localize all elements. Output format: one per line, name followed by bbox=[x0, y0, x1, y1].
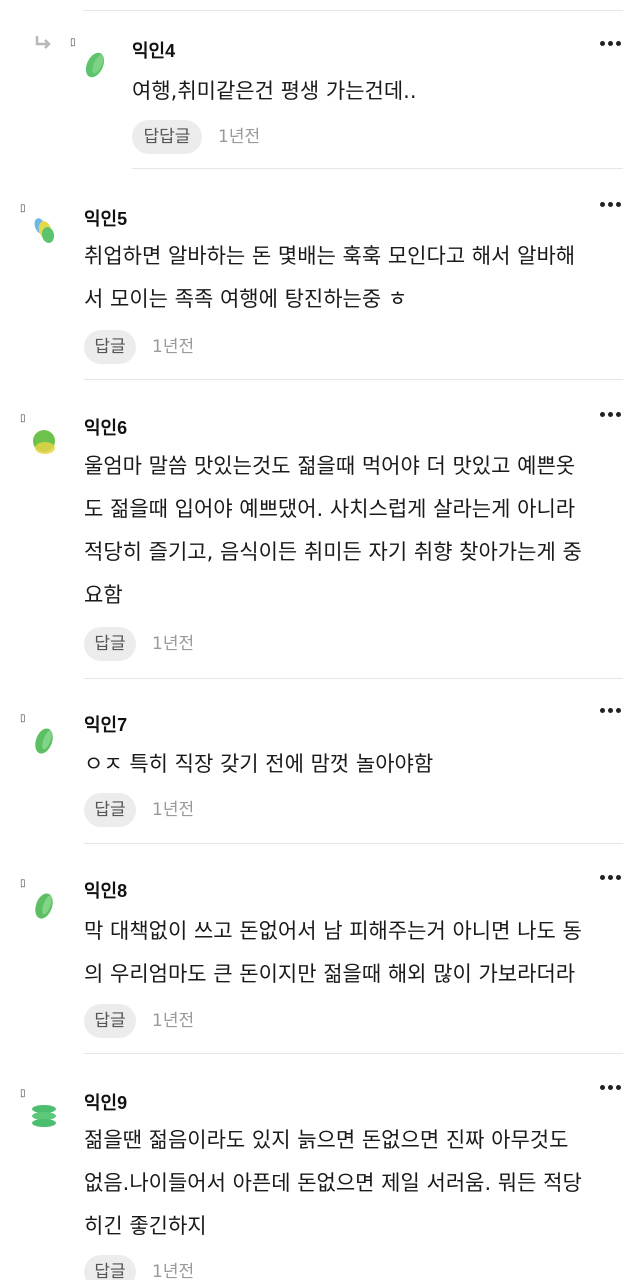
comment-item: ▯ 익인4 여행,취미같은건 평생 가는건데.. 답답글 1년전 bbox=[0, 0, 640, 170]
comment-nickname: 익인8 bbox=[84, 881, 128, 901]
divider bbox=[84, 1053, 623, 1054]
more-options-icon[interactable] bbox=[600, 412, 622, 418]
avatar bbox=[33, 430, 55, 454]
comment-text: 울엄마 말씀 맛있는것도 젊을때 먹어야 더 맛있고 예쁜옷 도 젊을때 입어야… bbox=[84, 454, 582, 607]
user-marker-icon: ▯ bbox=[20, 203, 26, 214]
avatar bbox=[85, 52, 105, 78]
comment-time: 1년전 bbox=[152, 1262, 195, 1280]
user-marker-icon: ▯ bbox=[20, 878, 26, 889]
comment-text: 막 대책없이 쓰고 돈없어서 남 피해주는거 아니면 나도 동 의 우리엄마도 … bbox=[84, 919, 582, 986]
more-options-icon[interactable] bbox=[600, 202, 622, 208]
user-marker-icon: ▯ bbox=[20, 1088, 26, 1099]
user-marker-icon: ▯ bbox=[70, 37, 76, 48]
more-options-icon[interactable] bbox=[600, 41, 622, 47]
user-marker-icon: ▯ bbox=[20, 413, 26, 424]
more-options-icon[interactable] bbox=[600, 1085, 622, 1091]
reply-button[interactable]: 답글 bbox=[84, 793, 136, 827]
more-options-icon[interactable] bbox=[600, 708, 622, 714]
reply-button[interactable]: 답글 bbox=[84, 1004, 136, 1038]
comment-time: 1년전 bbox=[152, 1011, 195, 1031]
comment-nickname: 익인7 bbox=[84, 715, 128, 735]
reply-button[interactable]: 답답글 bbox=[132, 120, 202, 154]
comment-time: 1년전 bbox=[152, 634, 195, 654]
divider bbox=[132, 168, 623, 169]
more-options-icon[interactable] bbox=[600, 875, 622, 881]
comment-nickname: 익인4 bbox=[132, 41, 176, 61]
avatar bbox=[34, 218, 55, 243]
comment-text: 젊을땐 젊음이라도 있지 늙으면 돈없으면 진짜 아무것도 없음.나이들어서 아… bbox=[84, 1128, 582, 1238]
comment-time: 1년전 bbox=[218, 127, 261, 147]
comment-item: ▯ 익인5 취업하면 알바하는 돈 몇배는 훅훅 모인다고 해서 알바해 서 모… bbox=[0, 170, 640, 380]
divider bbox=[84, 678, 623, 679]
divider bbox=[84, 843, 623, 844]
comment-nickname: 익인6 bbox=[84, 418, 128, 438]
avatar bbox=[35, 728, 53, 754]
comment-nickname: 익인5 bbox=[84, 209, 128, 229]
reply-arrow-icon bbox=[35, 36, 51, 49]
reply-button[interactable]: 답글 bbox=[84, 627, 136, 661]
avatar bbox=[35, 893, 53, 919]
comment-nickname: 익인9 bbox=[84, 1093, 128, 1113]
comment-item: ▯ 익인9 젊을땐 젊음이라도 있지 늙으면 돈없으면 진짜 아무것도 없음.나… bbox=[0, 1055, 640, 1280]
comment-text: ㅇㅈ 특히 직장 갖기 전에 맘껏 놀아야함 bbox=[84, 752, 434, 776]
comment-text: 취업하면 알바하는 돈 몇배는 훅훅 모인다고 해서 알바해 서 모이는 족족 … bbox=[84, 244, 576, 311]
comment-time: 1년전 bbox=[152, 337, 195, 357]
reply-button[interactable]: 답글 bbox=[84, 330, 136, 364]
comment-item: ▯ 익인8 막 대책없이 쓰고 돈없어서 남 피해주는거 아니면 나도 동 의 … bbox=[0, 845, 640, 1055]
comment-item: ▯ 익인7 ㅇㅈ 특히 직장 갖기 전에 맘껏 놀아야함 답글 1년전 bbox=[0, 680, 640, 845]
comment-item: ▯ 익인6 울엄마 말씀 맛있는것도 젊을때 먹어야 더 맛있고 예쁜옷 도 젊… bbox=[0, 380, 640, 690]
reply-button[interactable]: 답글 bbox=[84, 1255, 136, 1280]
comment-thread: ▯ 익인4 여행,취미같은건 평생 가는건데.. 답답글 1년전 ▯ 익인5 취… bbox=[0, 0, 640, 1280]
comment-text: 여행,취미같은건 평생 가는건데.. bbox=[132, 79, 417, 103]
comment-time: 1년전 bbox=[152, 800, 195, 820]
avatar bbox=[32, 1105, 56, 1127]
user-marker-icon: ▯ bbox=[20, 713, 26, 724]
